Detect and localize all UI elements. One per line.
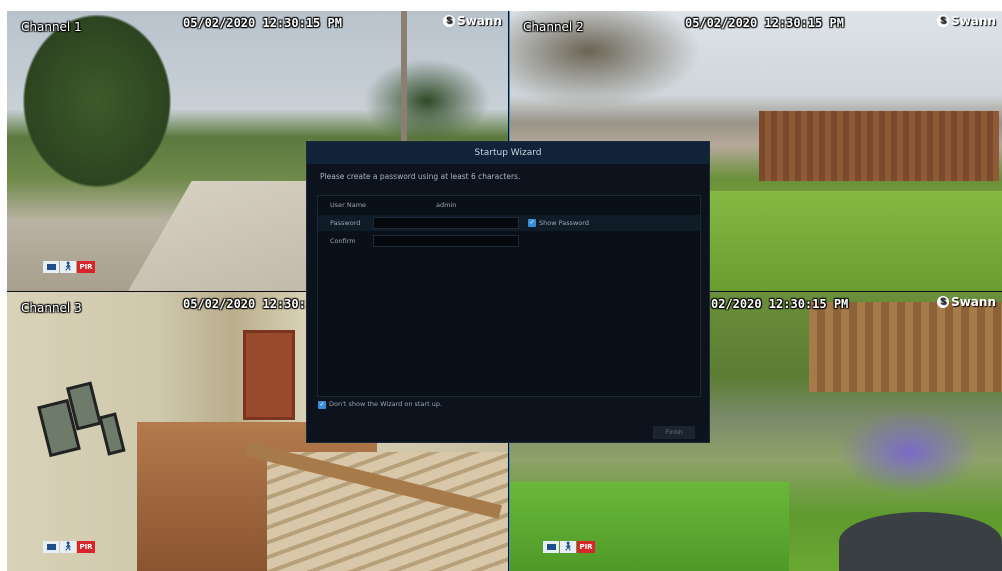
confirm-input[interactable] [373, 235, 519, 247]
startup-wizard-dialog: Startup Wizard Please create a password … [306, 141, 710, 443]
wooden-fence [809, 302, 1002, 392]
swann-logo-icon: S [937, 296, 950, 308]
status-icons: 🚶︎ PIR [543, 541, 595, 553]
show-password-label: Show Password [539, 219, 589, 227]
utility-pole [401, 11, 407, 141]
status-icons: 🚶︎ PIR [43, 541, 95, 553]
credentials-panel: User Name admin Password ✓ Show Password… [317, 195, 701, 397]
record-icon [43, 541, 59, 553]
channel-label: Channel 1 [21, 20, 82, 34]
password-input[interactable] [373, 217, 519, 229]
password-label: Password [330, 219, 361, 227]
channel-label: Channel 3 [21, 301, 82, 315]
front-door [243, 330, 295, 420]
timestamp: 05/02/2020 12:30:15 PM [183, 16, 342, 30]
channel-label: Channel 2 [523, 20, 584, 34]
swann-logo: S Swann [937, 14, 996, 28]
wooden-fence [759, 111, 999, 181]
dont-show-wizard-label: Don't show the Wizard on start up. [329, 400, 443, 408]
timestamp: 05/02/2020 12:30:15 [183, 297, 321, 311]
lawn [709, 191, 1002, 291]
pir-badge: PIR [577, 541, 595, 553]
status-icons: 🚶︎ PIR [43, 261, 95, 273]
pir-badge: PIR [77, 261, 95, 273]
username-value: admin [436, 201, 457, 209]
picture-frame [98, 412, 126, 456]
swann-logo: S Swann [937, 295, 996, 309]
record-icon [543, 541, 559, 553]
username-row: User Name admin [318, 197, 700, 213]
finish-button[interactable]: Finish [653, 426, 695, 439]
motion-icon: 🚶︎ [60, 541, 76, 553]
outdoor-table [839, 512, 1002, 571]
dialog-title: Startup Wizard [307, 142, 709, 164]
swann-logo-icon: S [937, 15, 950, 27]
motion-icon: 🚶︎ [60, 261, 76, 273]
password-hint: Please create a password using at least … [320, 172, 521, 181]
timestamp: 05/02/2020 12:30:15 PM [685, 16, 844, 30]
lawn [509, 482, 789, 571]
confirm-row: Confirm [318, 233, 700, 249]
username-label: User Name [330, 201, 367, 209]
password-row: Password ✓ Show Password [318, 215, 700, 231]
swann-logo-icon: S [443, 15, 456, 27]
show-password-checkbox[interactable]: ✓ [528, 219, 536, 227]
confirm-label: Confirm [330, 237, 356, 245]
timestamp: 02/2020 12:30:15 PM [711, 297, 849, 311]
dont-show-wizard-checkbox[interactable]: ✓ [318, 401, 326, 409]
motion-icon: 🚶︎ [560, 541, 576, 553]
pir-badge: PIR [77, 541, 95, 553]
swann-logo: S Swann [443, 14, 502, 28]
record-icon [43, 261, 59, 273]
